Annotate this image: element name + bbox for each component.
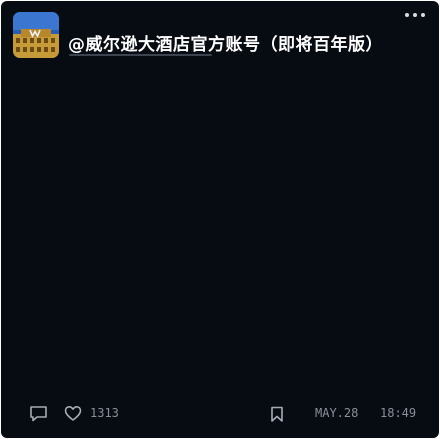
- comment-icon[interactable]: [29, 405, 49, 427]
- bookmark-icon[interactable]: [270, 406, 284, 427]
- dot: [405, 13, 409, 17]
- post-time: 18:49: [380, 406, 417, 420]
- heart-icon[interactable]: [64, 405, 82, 426]
- title-underline: [69, 54, 212, 56]
- more-dots-icon[interactable]: [405, 11, 427, 19]
- dot: [413, 13, 417, 17]
- post-date: MAY.28: [315, 406, 359, 420]
- dot: [421, 13, 425, 17]
- account-title[interactable]: @威尔逊大酒店官方账号（即将百年版）: [68, 30, 383, 55]
- post-footer: 1313 MAY.28 18:49: [1, 401, 439, 427]
- post-card: @威尔逊大酒店官方账号（即将百年版） 1313 MAY.28 18:49: [1, 1, 439, 438]
- avatar[interactable]: [13, 12, 59, 58]
- like-count: 1313: [90, 406, 119, 420]
- hotel-building-icon: [13, 12, 59, 58]
